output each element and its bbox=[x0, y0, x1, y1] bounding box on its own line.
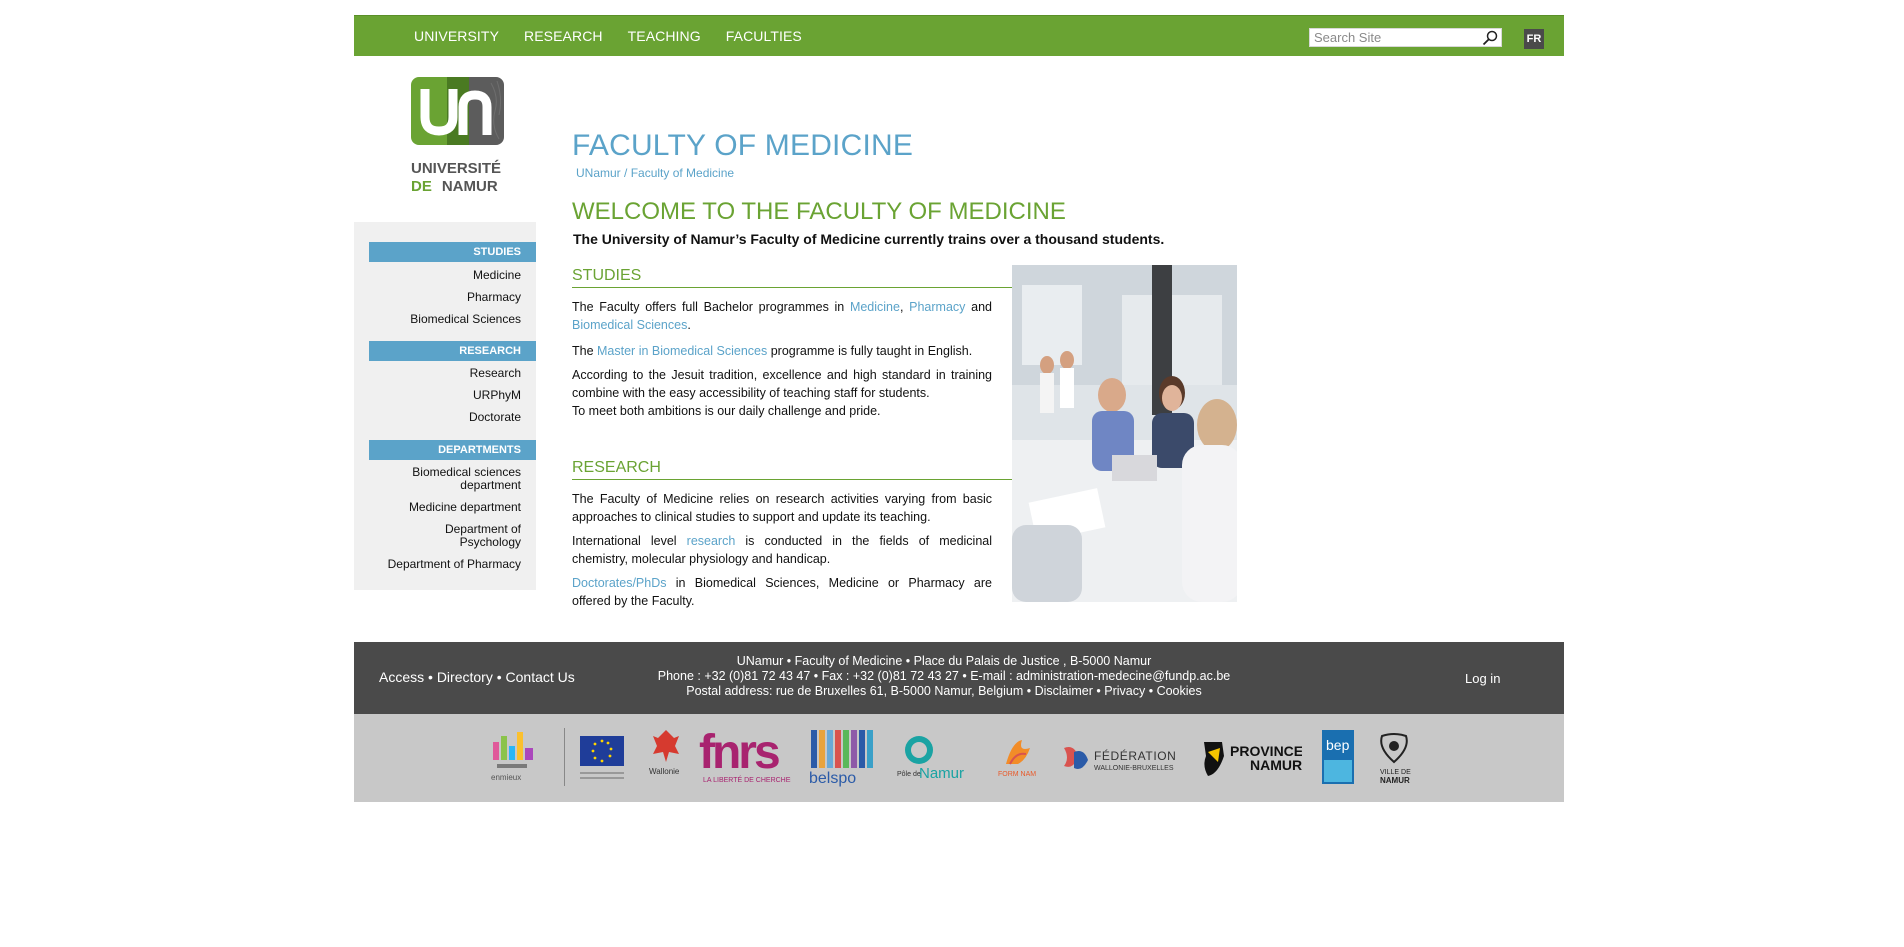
enmieux-logo[interactable]: enmieux bbox=[489, 728, 549, 788]
studies-heading: STUDIES bbox=[572, 267, 1012, 288]
logo-text: UNIVERSITÉ bbox=[411, 160, 501, 177]
research-paragraph-1: The Faculty of Medicine relies on resear… bbox=[572, 492, 992, 524]
link-doctorates[interactable]: Doctorates/PhDs bbox=[572, 576, 666, 590]
pole-namur-logo[interactable]: Pôle de Namur bbox=[897, 734, 979, 786]
welcome-heading: WELCOME TO THE FACULTY OF MEDICINE bbox=[572, 198, 1066, 225]
footer-links: Access • Directory • Contact Us bbox=[379, 669, 575, 685]
footer-bullet: • bbox=[424, 669, 437, 685]
footer-link-privacy[interactable]: Privacy bbox=[1104, 684, 1145, 698]
sidebar-item-research[interactable]: Research bbox=[369, 367, 536, 380]
svg-text:VILLE DE: VILLE DE bbox=[1380, 769, 1411, 776]
login-link[interactable]: Log in bbox=[1465, 671, 1500, 686]
university-logo[interactable]: UNIVERSITÉ DE NAMUR bbox=[411, 77, 525, 207]
research-heading: RESEARCH bbox=[572, 459, 1012, 480]
search-box bbox=[1309, 28, 1502, 47]
search-icon[interactable] bbox=[1482, 30, 1498, 46]
svg-text:NAMUR: NAMUR bbox=[1250, 757, 1302, 773]
search-input[interactable] bbox=[1310, 29, 1474, 46]
eu-logo[interactable] bbox=[580, 730, 624, 786]
svg-text:fnrs: fnrs bbox=[699, 726, 779, 779]
sidebar-section-departments: DEPARTMENTS Biomedical sciences departme… bbox=[369, 440, 536, 571]
studies-paragraph-4: To meet both ambitions is our daily chal… bbox=[572, 404, 881, 418]
bep-logo[interactable]: bep bbox=[1322, 730, 1354, 784]
link-research[interactable]: research bbox=[687, 534, 736, 548]
footer-link-access[interactable]: Access bbox=[379, 669, 424, 685]
breadcrumb-current: Faculty of Medicine bbox=[630, 166, 735, 180]
belspo-logo[interactable]: belspo bbox=[809, 730, 879, 788]
sidebar-item-medicine[interactable]: Medicine bbox=[369, 269, 536, 282]
sidebar-section-research: RESEARCH Research URPhyM Doctorate bbox=[369, 341, 536, 424]
footer-address: UNamur • Faculty of Medicine • Place du … bbox=[654, 654, 1234, 699]
link-biomedical-sciences[interactable]: Biomedical Sciences bbox=[572, 318, 687, 332]
sidebar-item-biomedical-sciences[interactable]: Biomedical Sciences bbox=[369, 313, 536, 326]
footer-address-line-1: UNamur • Faculty of Medicine • Place du … bbox=[736, 654, 1152, 668]
sidebar-item-biomedical-department[interactable]: Biomedical sciences department bbox=[369, 466, 536, 492]
sidebar-heading-studies[interactable]: STUDIES bbox=[369, 242, 536, 262]
footer-address-line-3: Postal address: rue de Bruxelles 61, B-5… bbox=[686, 684, 1202, 698]
svg-text:FORM NAM: FORM NAM bbox=[998, 771, 1036, 778]
svg-text:bep: bep bbox=[1326, 737, 1350, 753]
footer-link-contact[interactable]: Contact Us bbox=[506, 669, 575, 685]
footer: Access • Directory • Contact Us UNamur •… bbox=[354, 642, 1564, 714]
nav-research[interactable]: RESEARCH bbox=[524, 16, 603, 56]
fnrs-logo[interactable]: fnrs LA LIBERTÉ DE CHERCHER bbox=[699, 724, 791, 788]
top-nav-bar: UNIVERSITY RESEARCH TEACHING FACULTIES F… bbox=[354, 15, 1564, 56]
svg-text:LA LIBERTÉ DE CHERCHER: LA LIBERTÉ DE CHERCHER bbox=[703, 775, 791, 784]
page-title: FACULTY OF MEDICINE bbox=[572, 129, 914, 162]
link-pharmacy[interactable]: Pharmacy bbox=[909, 300, 965, 314]
sidebar-heading-departments[interactable]: DEPARTMENTS bbox=[369, 440, 536, 460]
sidebar-section-studies: STUDIES Medicine Pharmacy Biomedical Sci… bbox=[369, 242, 536, 326]
sidebar-heading-research[interactable]: RESEARCH bbox=[369, 341, 536, 361]
federation-wallonie-bruxelles-logo[interactable]: FÉDÉRATION WALLONIE-BRUXELLES bbox=[1060, 742, 1182, 776]
intro-text: The University of Namur’s Faculty of Med… bbox=[573, 231, 1165, 247]
svg-text:NAMUR: NAMUR bbox=[1380, 776, 1410, 785]
sidebar-item-pharmacy[interactable]: Pharmacy bbox=[369, 291, 536, 304]
students-photo bbox=[1012, 265, 1237, 602]
footer-link-cookies[interactable]: Cookies bbox=[1157, 684, 1202, 698]
sidebar-item-psychology-department[interactable]: Department of Psychology bbox=[369, 523, 536, 549]
footer-address-line-2: Phone : +32 (0)81 72 43 47 • Fax : +32 (… bbox=[657, 669, 1231, 683]
research-paragraph-3: Doctorates/PhDs in Biomedical Sciences, … bbox=[572, 576, 992, 608]
svg-text:DENAMUR: DE NAMUR bbox=[411, 178, 498, 195]
studies-paragraph-2: The Master in Biomedical Sciences progra… bbox=[572, 344, 973, 358]
nav-faculties[interactable]: FACULTIES bbox=[726, 16, 802, 56]
svg-text:WALLONIE-BRUXELLES: WALLONIE-BRUXELLES bbox=[1094, 765, 1174, 772]
partner-divider bbox=[564, 728, 565, 786]
footer-link-disclaimer[interactable]: Disclaimer bbox=[1035, 684, 1093, 698]
province-namur-logo[interactable]: PROVINCE NAMUR bbox=[1200, 736, 1302, 780]
footer-bullet: • bbox=[492, 669, 506, 685]
studies-paragraph-3: According to the Jesuit tradition, excel… bbox=[572, 368, 992, 418]
link-master-biomedical[interactable]: Master in Biomedical Sciences bbox=[597, 344, 767, 358]
sidebar-item-medicine-department[interactable]: Medicine department bbox=[369, 501, 536, 514]
language-switch-button[interactable]: FR bbox=[1524, 29, 1544, 49]
footer-link-directory[interactable]: Directory bbox=[437, 669, 493, 685]
studies-paragraph-1: The Faculty offers full Bachelor program… bbox=[572, 300, 992, 332]
partner-logos: enmieux Wallonie fnrs LA LIBERTÉ DE CHER… bbox=[354, 714, 1564, 802]
link-medicine[interactable]: Medicine bbox=[850, 300, 900, 314]
svg-text:Pôle de: Pôle de bbox=[897, 771, 921, 778]
svg-text:FÉDÉRATION: FÉDÉRATION bbox=[1094, 748, 1176, 763]
top-nav: UNIVERSITY RESEARCH TEACHING FACULTIES bbox=[414, 16, 827, 56]
wallonie-logo[interactable]: Wallonie bbox=[649, 726, 683, 778]
svg-text:enmieux: enmieux bbox=[491, 773, 521, 782]
sidebar-item-pharmacy-department[interactable]: Department of Pharmacy bbox=[369, 558, 536, 571]
svg-text:belspo: belspo bbox=[809, 770, 856, 787]
nav-teaching[interactable]: TEACHING bbox=[628, 16, 701, 56]
breadcrumb-separator: / bbox=[620, 166, 631, 180]
ville-namur-logo[interactable]: VILLE DE NAMUR bbox=[1376, 732, 1412, 788]
sidebar: STUDIES Medicine Pharmacy Biomedical Sci… bbox=[354, 222, 536, 590]
sidebar-item-urphym[interactable]: URPhyM bbox=[369, 389, 536, 402]
sidebar-item-doctorate[interactable]: Doctorate bbox=[369, 411, 536, 424]
breadcrumb-home-link[interactable]: UNamur bbox=[576, 166, 621, 180]
formanam-logo[interactable]: FORM NAM bbox=[996, 734, 1044, 782]
research-paragraph-2: International level research is conducte… bbox=[572, 534, 992, 566]
svg-text:Namur: Namur bbox=[919, 765, 964, 782]
nav-university[interactable]: UNIVERSITY bbox=[414, 16, 499, 56]
breadcrumb: UNamur / Faculty of Medicine bbox=[576, 166, 734, 180]
svg-text:Wallonie: Wallonie bbox=[649, 767, 680, 776]
